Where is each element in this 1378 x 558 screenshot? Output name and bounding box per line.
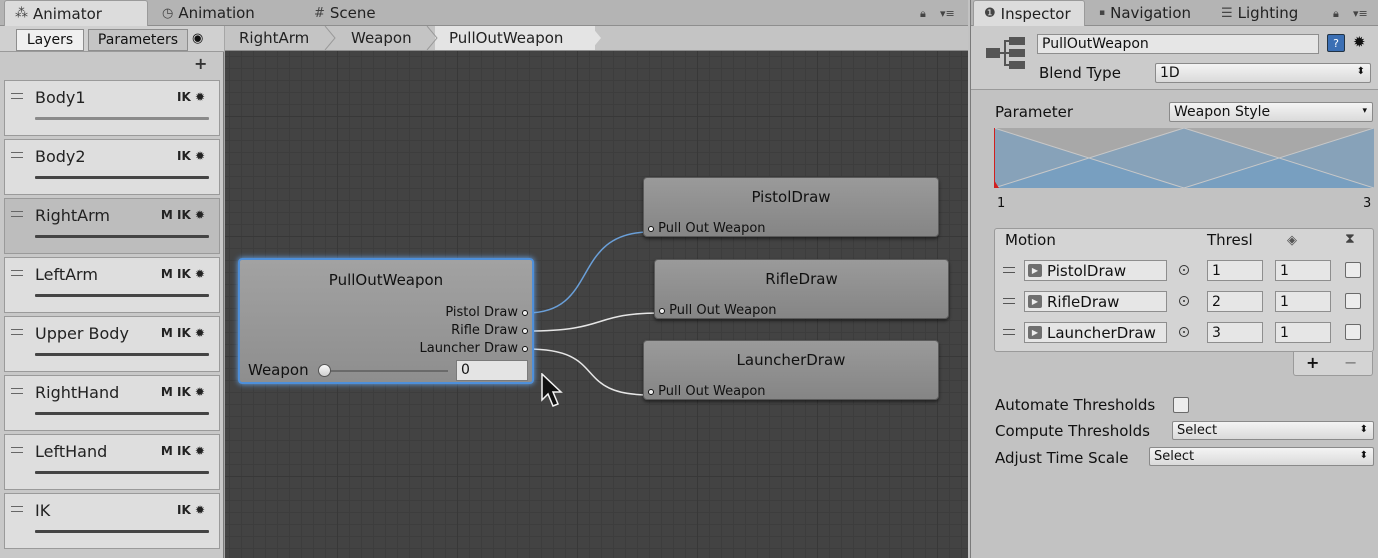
- blend-type-label: Blend Type: [1039, 64, 1121, 82]
- motion-clip-field[interactable]: ▶ LauncherDraw: [1024, 322, 1167, 343]
- motion-row: ▶ PistolDraw 1 1: [995, 256, 1375, 284]
- nav-icon: ▪: [1099, 8, 1106, 18]
- lighting-icon: ☰: [1221, 5, 1233, 21]
- motion-list: Motion Thresl ◈ ⧗ ▶ PistolDraw 1 1 ▶ Rif…: [994, 228, 1374, 352]
- object-picker-icon[interactable]: [1179, 327, 1189, 337]
- info-icon: ❶: [984, 6, 996, 21]
- mirror-checkbox[interactable]: [1345, 324, 1361, 340]
- motion-row: ▶ LauncherDraw 3 1: [995, 318, 1375, 346]
- port-dot-icon[interactable]: [522, 327, 528, 334]
- drag-handle-icon[interactable]: [1003, 298, 1015, 304]
- input-port[interactable]: Pull Out Weapon: [659, 303, 777, 318]
- inspector-header: PullOutWeapon ? ✹ Blend Type 1D ⬍: [971, 26, 1378, 90]
- automate-thresholds-label: Automate Thresholds: [995, 396, 1156, 414]
- node-title: PistolDraw: [751, 188, 831, 206]
- inspector-tab-bar: ❶ Inspector ▪ Navigation ☰ Lighting 🔒︎ ▾…: [971, 0, 1378, 26]
- speed-field[interactable]: 1: [1275, 260, 1331, 281]
- range-max-label: 3: [1363, 196, 1372, 211]
- motion-clip-field[interactable]: ▶ RifleDraw: [1024, 291, 1167, 312]
- range-min-label: 1: [997, 196, 1006, 211]
- updown-arrow-icon: ⬍: [1359, 424, 1368, 435]
- input-port[interactable]: Pull Out Weapon: [648, 221, 766, 236]
- port-dot-icon[interactable]: [648, 388, 654, 395]
- parameter-label: Parameter: [995, 103, 1074, 121]
- updown-arrow-icon: ⬍: [1356, 66, 1365, 77]
- port-dot-icon[interactable]: [648, 225, 654, 232]
- mirror-checkbox[interactable]: [1345, 262, 1361, 278]
- output-port-rifle[interactable]: Rifle Draw: [451, 323, 528, 338]
- object-picker-icon[interactable]: [1179, 265, 1189, 275]
- state-node-rifledraw[interactable]: RifleDraw Pull Out Weapon: [654, 259, 949, 319]
- mirror-icon: ⧗: [1345, 231, 1355, 247]
- port-dot-icon[interactable]: [522, 309, 528, 316]
- gear-icon[interactable]: ✹: [1353, 33, 1366, 51]
- tab-navigation[interactable]: ▪ Navigation: [1089, 0, 1207, 26]
- window-menu-icon[interactable]: ▾≡: [1353, 7, 1368, 20]
- output-port-pistol[interactable]: Pistol Draw: [445, 305, 528, 320]
- threshold-column-header: Thresl: [1207, 231, 1253, 249]
- input-port[interactable]: Pull Out Weapon: [648, 384, 766, 399]
- object-name-field[interactable]: PullOutWeapon: [1037, 34, 1319, 54]
- tab-lighting[interactable]: ☰ Lighting: [1211, 0, 1315, 26]
- speed-clock-icon: ◈: [1287, 233, 1297, 248]
- compute-thresholds-label: Compute Thresholds: [995, 422, 1150, 440]
- threshold-field[interactable]: 3: [1207, 322, 1263, 343]
- threshold-field[interactable]: 2: [1207, 291, 1263, 312]
- parameter-value-field[interactable]: 0: [456, 360, 528, 381]
- speed-field[interactable]: 1: [1275, 322, 1331, 343]
- node-title: LauncherDraw: [736, 351, 846, 369]
- mouse-cursor-icon: [541, 373, 563, 407]
- inspector-window: ❶ Inspector ▪ Navigation ☰ Lighting 🔒︎ ▾…: [970, 0, 1378, 558]
- speed-field[interactable]: 1: [1275, 291, 1331, 312]
- threshold-field[interactable]: 1: [1207, 260, 1263, 281]
- motion-clip-field[interactable]: ▶ PistolDraw: [1024, 260, 1167, 281]
- animation-clip-icon: ▶: [1028, 295, 1042, 308]
- mirror-checkbox[interactable]: [1345, 293, 1361, 309]
- remove-motion-button[interactable]: −: [1344, 353, 1357, 372]
- motion-column-header: Motion: [1005, 231, 1056, 249]
- tab-inspector[interactable]: ❶ Inspector: [973, 0, 1085, 26]
- port-dot-icon[interactable]: [522, 345, 528, 352]
- motion-row: ▶ RifleDraw 2 1: [995, 287, 1375, 315]
- blend-tree-icon: [986, 37, 1025, 69]
- chevron-down-icon: ▾: [1362, 106, 1367, 116]
- drag-handle-icon[interactable]: [1003, 267, 1015, 273]
- object-picker-icon[interactable]: [1179, 296, 1189, 306]
- state-node-launcherdraw[interactable]: LauncherDraw Pull Out Weapon: [643, 340, 939, 400]
- updown-arrow-icon: ⬍: [1359, 450, 1368, 461]
- parameter-slider-thumb[interactable]: [318, 364, 331, 377]
- add-motion-button[interactable]: +: [1306, 353, 1319, 372]
- animator-window: ⁂ Animator ◷ Animation # Scene 🔒︎ ▾≡ Lay…: [0, 0, 968, 558]
- adjust-time-scale-label: Adjust Time Scale: [995, 449, 1129, 467]
- help-icon[interactable]: ?: [1327, 34, 1345, 52]
- animation-clip-icon: ▶: [1028, 326, 1042, 339]
- blend-tree-node[interactable]: PullOutWeapon Pistol Draw Rifle Draw Lau…: [238, 258, 534, 384]
- parameter-slider-track[interactable]: [322, 370, 448, 372]
- output-port-launcher[interactable]: Launcher Draw: [419, 341, 528, 356]
- parameter-dropdown[interactable]: Weapon Style ▾: [1169, 102, 1373, 122]
- animation-clip-icon: ▶: [1028, 264, 1042, 277]
- compute-thresholds-dropdown[interactable]: Select ⬍: [1172, 421, 1374, 440]
- parameter-label: Weapon: [248, 361, 309, 379]
- adjust-time-scale-dropdown[interactable]: Select ⬍: [1149, 447, 1374, 466]
- lock-icon[interactable]: 🔒︎: [1333, 7, 1339, 21]
- blend-type-dropdown[interactable]: 1D ⬍: [1155, 63, 1371, 83]
- drag-handle-icon[interactable]: [1003, 329, 1015, 335]
- node-title: RifleDraw: [765, 270, 838, 288]
- automate-thresholds-checkbox[interactable]: [1173, 397, 1189, 413]
- state-node-pistoldraw[interactable]: PistolDraw Pull Out Weapon: [643, 177, 939, 237]
- port-dot-icon[interactable]: [659, 307, 665, 314]
- node-title: PullOutWeapon: [328, 271, 444, 289]
- list-footer: + −: [1293, 352, 1373, 376]
- blend-threshold-graph[interactable]: [994, 128, 1374, 188]
